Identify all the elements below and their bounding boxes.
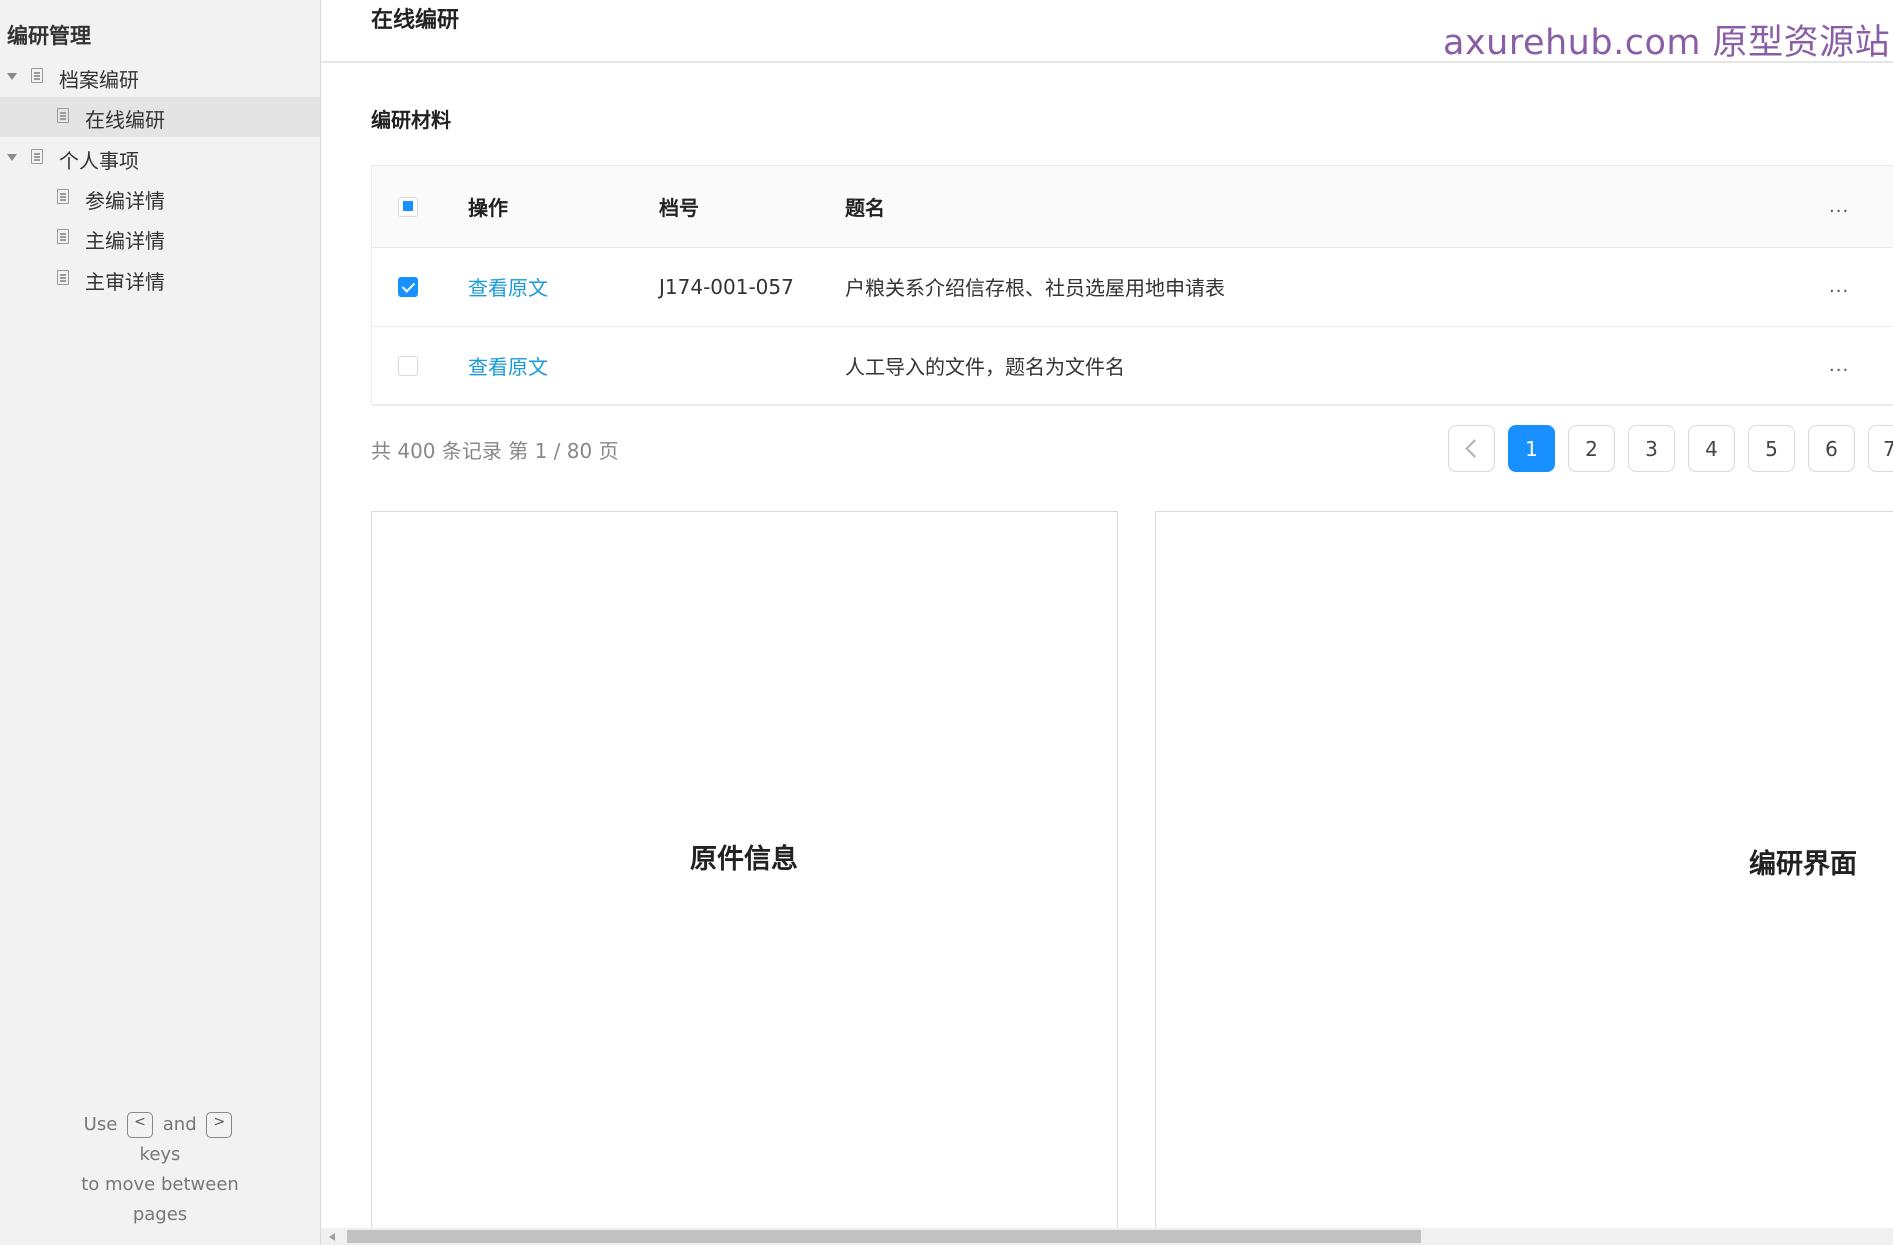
page-button-6[interactable]: 6	[1808, 425, 1855, 472]
tree-item-personal-matters[interactable]: 个人事项	[0, 138, 320, 178]
row-more-button[interactable]: ...	[1829, 247, 1849, 326]
materials-table: 操作 档号 题名 ... 查看原文 J174-001-057 户粮关系介绍信存根…	[371, 165, 1893, 406]
pagination-info: 共 400 条记录 第 1 / 80 页	[371, 439, 619, 463]
column-header-archive-no: 档号	[659, 196, 699, 220]
tree-item-label: 参编详情	[85, 189, 165, 213]
scroll-left-icon[interactable]	[329, 1233, 335, 1241]
tree-item-label: 在线编研	[85, 108, 165, 132]
row-checkbox[interactable]	[398, 276, 418, 297]
row-checkbox[interactable]	[398, 355, 418, 376]
right-key-icon: >	[206, 1112, 233, 1138]
keyboard-hint: Use < and > keys to move between pages	[0, 1110, 320, 1230]
main-content: 在线编研 axurehub.com 原型资源站 编研材料 操作 档号 题名 ..…	[321, 0, 1893, 1245]
left-key-icon: <	[127, 1112, 154, 1138]
original-info-panel: 原件信息	[371, 511, 1118, 1245]
hint-use-text: Use	[83, 1114, 118, 1135]
hint-line3: pages	[132, 1204, 188, 1225]
watermark: axurehub.com 原型资源站	[1443, 23, 1891, 63]
table-row: 查看原文 J174-001-057 户粮关系介绍信存根、社员选屋用地申请表 ..…	[372, 247, 1893, 327]
tree-item-label: 档案编研	[59, 68, 139, 92]
tree-item-participation-details[interactable]: 参编详情	[0, 178, 320, 218]
page-button-5[interactable]: 5	[1748, 425, 1795, 472]
page-button-4[interactable]: 4	[1688, 425, 1735, 472]
title-cell: 人工导入的文件，题名为文件名	[845, 355, 1125, 379]
caret-down-icon[interactable]	[7, 154, 17, 161]
table-row: 查看原文 人工导入的文件，题名为文件名 ...	[372, 326, 1893, 406]
title-cell: 户粮关系介绍信存根、社员选屋用地申请表	[845, 276, 1225, 300]
page-button-1[interactable]: 1	[1508, 425, 1555, 472]
chevron-left-icon	[1464, 439, 1484, 458]
page-button-3[interactable]: 3	[1628, 425, 1675, 472]
column-header-title: 题名	[845, 196, 885, 220]
page-icon	[31, 68, 43, 83]
hint-line2: to move between	[81, 1174, 239, 1195]
horizontal-scrollbar[interactable]	[321, 1228, 1893, 1245]
row-more-button[interactable]: ...	[1829, 326, 1849, 405]
sidebar: 编研管理 档案编研 在线编研 个人事项 参编详情 主编详情 主审详情 Use <…	[0, 0, 321, 1245]
scrollbar-thumb[interactable]	[347, 1230, 1421, 1243]
view-original-link[interactable]: 查看原文	[468, 326, 548, 405]
page-icon	[57, 189, 69, 204]
tree-item-label: 个人事项	[59, 149, 139, 173]
tree-item-chief-reviewer-details[interactable]: 主审详情	[0, 259, 320, 299]
hint-and-text: and	[162, 1114, 197, 1135]
page-button-2[interactable]: 2	[1568, 425, 1615, 472]
page-header: 在线编研 axurehub.com 原型资源站	[321, 0, 1893, 63]
page-icon	[57, 108, 69, 123]
archive-no-cell: J174-001-057	[659, 274, 794, 299]
page-icon	[57, 229, 69, 244]
tree-item-archive-compilation[interactable]: 档案编研	[0, 57, 320, 97]
table-header: 操作 档号 题名 ...	[372, 166, 1893, 248]
select-all-checkbox[interactable]	[398, 196, 418, 217]
caret-down-icon[interactable]	[7, 73, 17, 80]
tree-item-chief-editor-details[interactable]: 主编详情	[0, 218, 320, 258]
page-title: 在线编研	[371, 8, 460, 33]
tree-item-label: 主编详情	[85, 229, 165, 253]
page-icon	[31, 149, 43, 164]
view-original-link[interactable]: 查看原文	[468, 247, 548, 326]
sidebar-title: 编研管理	[7, 24, 91, 48]
tree-item-online-compilation[interactable]: 在线编研	[0, 97, 320, 137]
hint-keys-text: keys	[139, 1144, 181, 1165]
column-header-action: 操作	[468, 196, 508, 220]
tree-item-label: 主审详情	[85, 270, 165, 294]
page-button-7[interactable]: 7	[1868, 425, 1893, 472]
prev-page-button[interactable]	[1448, 425, 1495, 472]
page-icon	[57, 270, 69, 285]
compilation-label: 编研界面	[1749, 849, 1857, 880]
column-header-more[interactable]: ...	[1829, 166, 1849, 247]
original-info-label: 原件信息	[690, 844, 798, 875]
compilation-panel: 编研界面	[1155, 511, 1893, 1245]
section-title: 编研材料	[371, 108, 451, 132]
